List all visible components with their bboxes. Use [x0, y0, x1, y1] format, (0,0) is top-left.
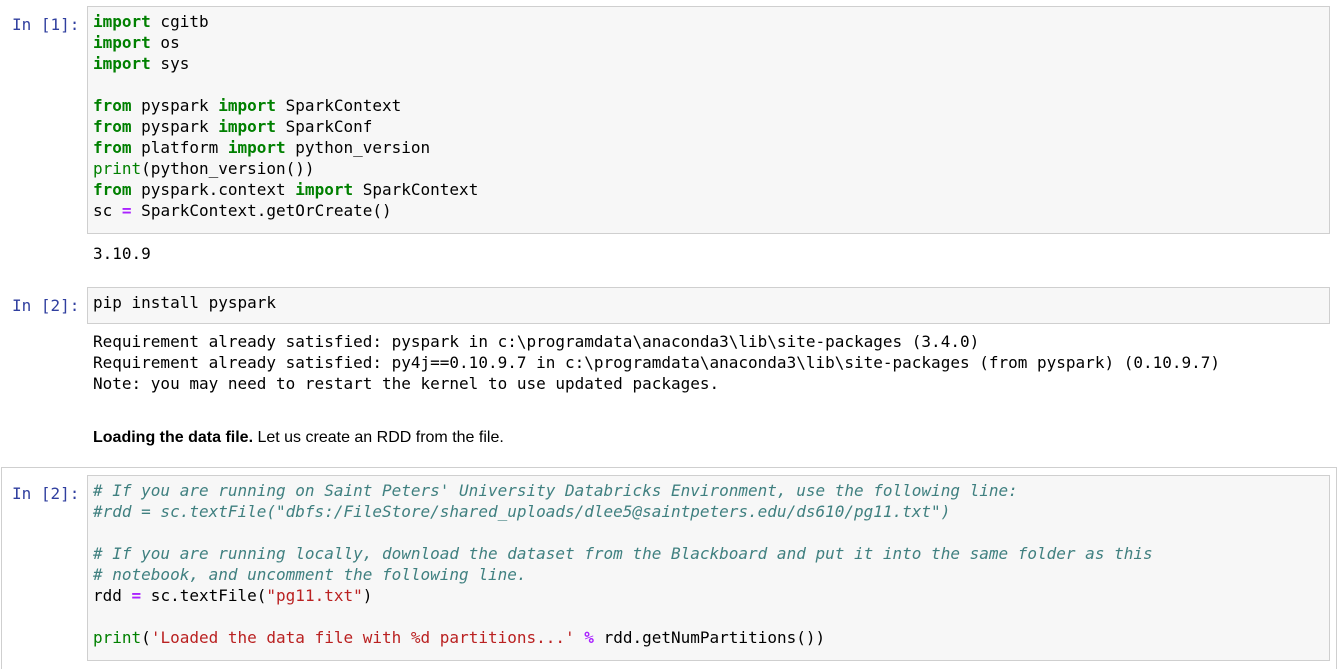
markdown-bold-text: Loading the data file.	[93, 429, 254, 446]
code-operator: =	[121, 201, 132, 220]
code-line: from pyspark import SparkContext	[93, 96, 402, 115]
cell-output: Requirement already satisfied: pyspark i…	[93, 331, 1220, 394]
code-string: "pg11.txt"	[266, 586, 363, 605]
code-line: print('Loaded the data file with %d part…	[93, 628, 826, 647]
code-editor[interactable]: import cgitb import os import sys from p…	[87, 6, 1330, 234]
code-line: import cgitb	[93, 12, 209, 31]
code-line: print(python_version())	[93, 159, 315, 178]
markdown-cell[interactable]: Loading the data file. Let us create an …	[93, 427, 504, 449]
code-operator: =	[131, 586, 142, 605]
code-keyword: from	[93, 96, 132, 115]
code-keyword: from	[93, 117, 132, 136]
code-keyword: import	[227, 138, 286, 157]
code-comment: # If you are running locally, download t…	[93, 544, 1153, 563]
code-keyword: import	[93, 12, 151, 31]
output-line: Note: you may need to restart the kernel…	[93, 374, 720, 393]
code-operator: %	[584, 628, 594, 647]
code-line: from platform import python_version	[93, 138, 431, 157]
code-keyword: import	[93, 54, 151, 73]
code-line: sc = SparkContext.getOrCreate()	[93, 201, 392, 220]
code-editor[interactable]: pip install pyspark	[87, 287, 1330, 324]
code-comment: #rdd = sc.textFile("dbfs:/FileStore/shar…	[93, 502, 951, 521]
code-builtin: print	[93, 159, 142, 178]
cell-prompt: In [2]:	[12, 484, 80, 503]
code-keyword: import	[295, 180, 354, 199]
code-keyword: import	[93, 33, 151, 52]
output-line: 3.10.9	[93, 244, 151, 263]
code-line: rdd = sc.textFile("pg11.txt")	[93, 586, 373, 605]
code-builtin: print	[93, 628, 142, 647]
output-line: Requirement already satisfied: py4j==0.1…	[93, 353, 1221, 372]
code-line: import sys	[93, 54, 190, 73]
code-keyword: from	[93, 138, 132, 157]
code-keyword: from	[93, 180, 132, 199]
code-keyword: import	[218, 96, 277, 115]
cell-prompt: In [1]:	[12, 15, 80, 34]
code-keyword: import	[218, 117, 277, 136]
code-comment: # If you are running on Saint Peters' Un…	[93, 481, 1018, 500]
cell-output: 3.10.9	[93, 243, 151, 264]
markdown-text: Let us create an RDD from the file.	[253, 429, 504, 446]
code-line: from pyspark import SparkConf	[93, 117, 373, 136]
cell-prompt: In [2]:	[12, 296, 80, 315]
code-line: from pyspark.context import SparkContext	[93, 180, 479, 199]
code-line: pip install pyspark	[93, 293, 277, 312]
code-line: import os	[93, 33, 180, 52]
output-line: Requirement already satisfied: pyspark i…	[93, 332, 980, 351]
code-comment: # notebook, and uncomment the following …	[93, 565, 527, 584]
code-editor[interactable]: # If you are running on Saint Peters' Un…	[87, 475, 1330, 661]
code-string: 'Loaded the data file with %d partitions…	[150, 628, 575, 647]
